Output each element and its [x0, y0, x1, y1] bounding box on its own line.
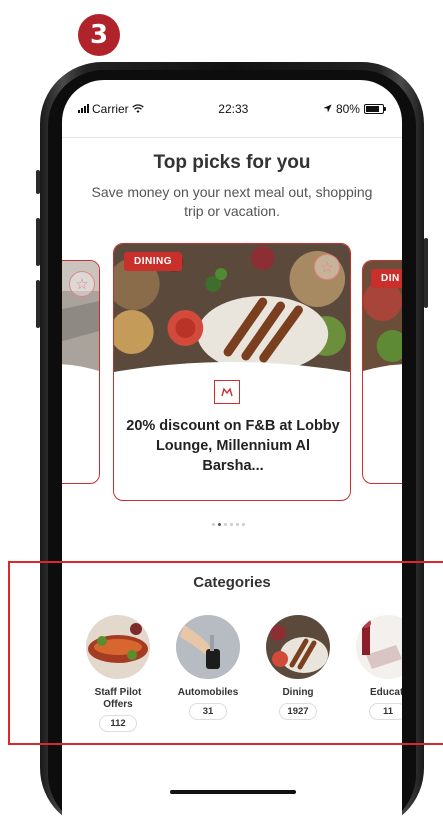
- category-image: [266, 615, 330, 679]
- top-picks-subtitle: Save money on your next meal out, shoppi…: [91, 184, 373, 219]
- carousel-dot[interactable]: [242, 523, 245, 526]
- phone-power-button: [424, 238, 428, 308]
- category-name: Staff Pilot Offers: [94, 687, 142, 710]
- category-education[interactable]: Educati 11: [350, 615, 402, 720]
- card-curve: [62, 364, 99, 387]
- signal-icon: [78, 104, 89, 113]
- app-screen: Carrier 22:33 80% Top picks for you Save…: [62, 80, 402, 830]
- top-picks-title: Top picks for you: [153, 152, 311, 173]
- category-image: [86, 615, 150, 679]
- step-number-badge: 3: [78, 14, 120, 56]
- clock-label: 22:33: [218, 101, 249, 116]
- carousel-dot[interactable]: [236, 523, 239, 526]
- category-dining[interactable]: Dining 1927: [260, 615, 336, 720]
- status-bar: Carrier 22:33 80%: [62, 80, 402, 138]
- phone-volume-up: [36, 218, 40, 266]
- offer-card-lobby-lounge[interactable]: DINING ☆ 20% discount on F&B at Lobby Lo…: [113, 243, 351, 501]
- category-name: Dining: [282, 687, 314, 698]
- millennium-logo: [214, 380, 240, 404]
- carousel-dot[interactable]: [224, 523, 227, 526]
- carrier-label: Carrier: [92, 101, 129, 116]
- categories-title: Categories: [193, 574, 271, 591]
- favorite-star-icon[interactable]: ☆: [69, 271, 95, 297]
- dining-badge: DIN: [371, 269, 402, 288]
- battery-icon: [363, 103, 386, 114]
- carousel-dots: [212, 523, 245, 526]
- category-count-badge: 112: [99, 715, 137, 732]
- category-automobiles[interactable]: Automobiles 31: [170, 615, 246, 720]
- phone-volume-down: [36, 280, 40, 328]
- phone-silent-switch: [36, 170, 40, 194]
- battery-percent: 80%: [335, 101, 360, 116]
- card-curve: [363, 364, 402, 387]
- location-arrow-icon: [323, 104, 332, 113]
- carousel-dot-active[interactable]: [218, 523, 221, 526]
- category-count-badge: 11: [369, 703, 402, 720]
- favorite-star-icon[interactable]: ☆: [314, 254, 340, 280]
- category-name: Automobiles: [177, 687, 239, 698]
- category-name: Educati: [369, 687, 402, 698]
- carousel-dot[interactable]: [212, 523, 215, 526]
- category-staff-pilot-offers[interactable]: Staff Pilot Offers 112: [80, 615, 156, 732]
- offer-title: 20% discount on F&B at Lobby Lounge, Mil…: [126, 418, 340, 474]
- carousel-dot[interactable]: [230, 523, 233, 526]
- offer-card-next[interactable]: DIN: [362, 260, 402, 484]
- offer-card-previous[interactable]: ☆: [62, 260, 100, 484]
- category-image: [176, 615, 240, 679]
- wifi-icon: [131, 103, 144, 113]
- category-count-badge: 31: [189, 703, 227, 720]
- category-image: [356, 615, 402, 679]
- dining-badge: DINING: [124, 252, 182, 271]
- home-indicator[interactable]: [170, 790, 296, 794]
- category-count-badge: 1927: [279, 703, 317, 720]
